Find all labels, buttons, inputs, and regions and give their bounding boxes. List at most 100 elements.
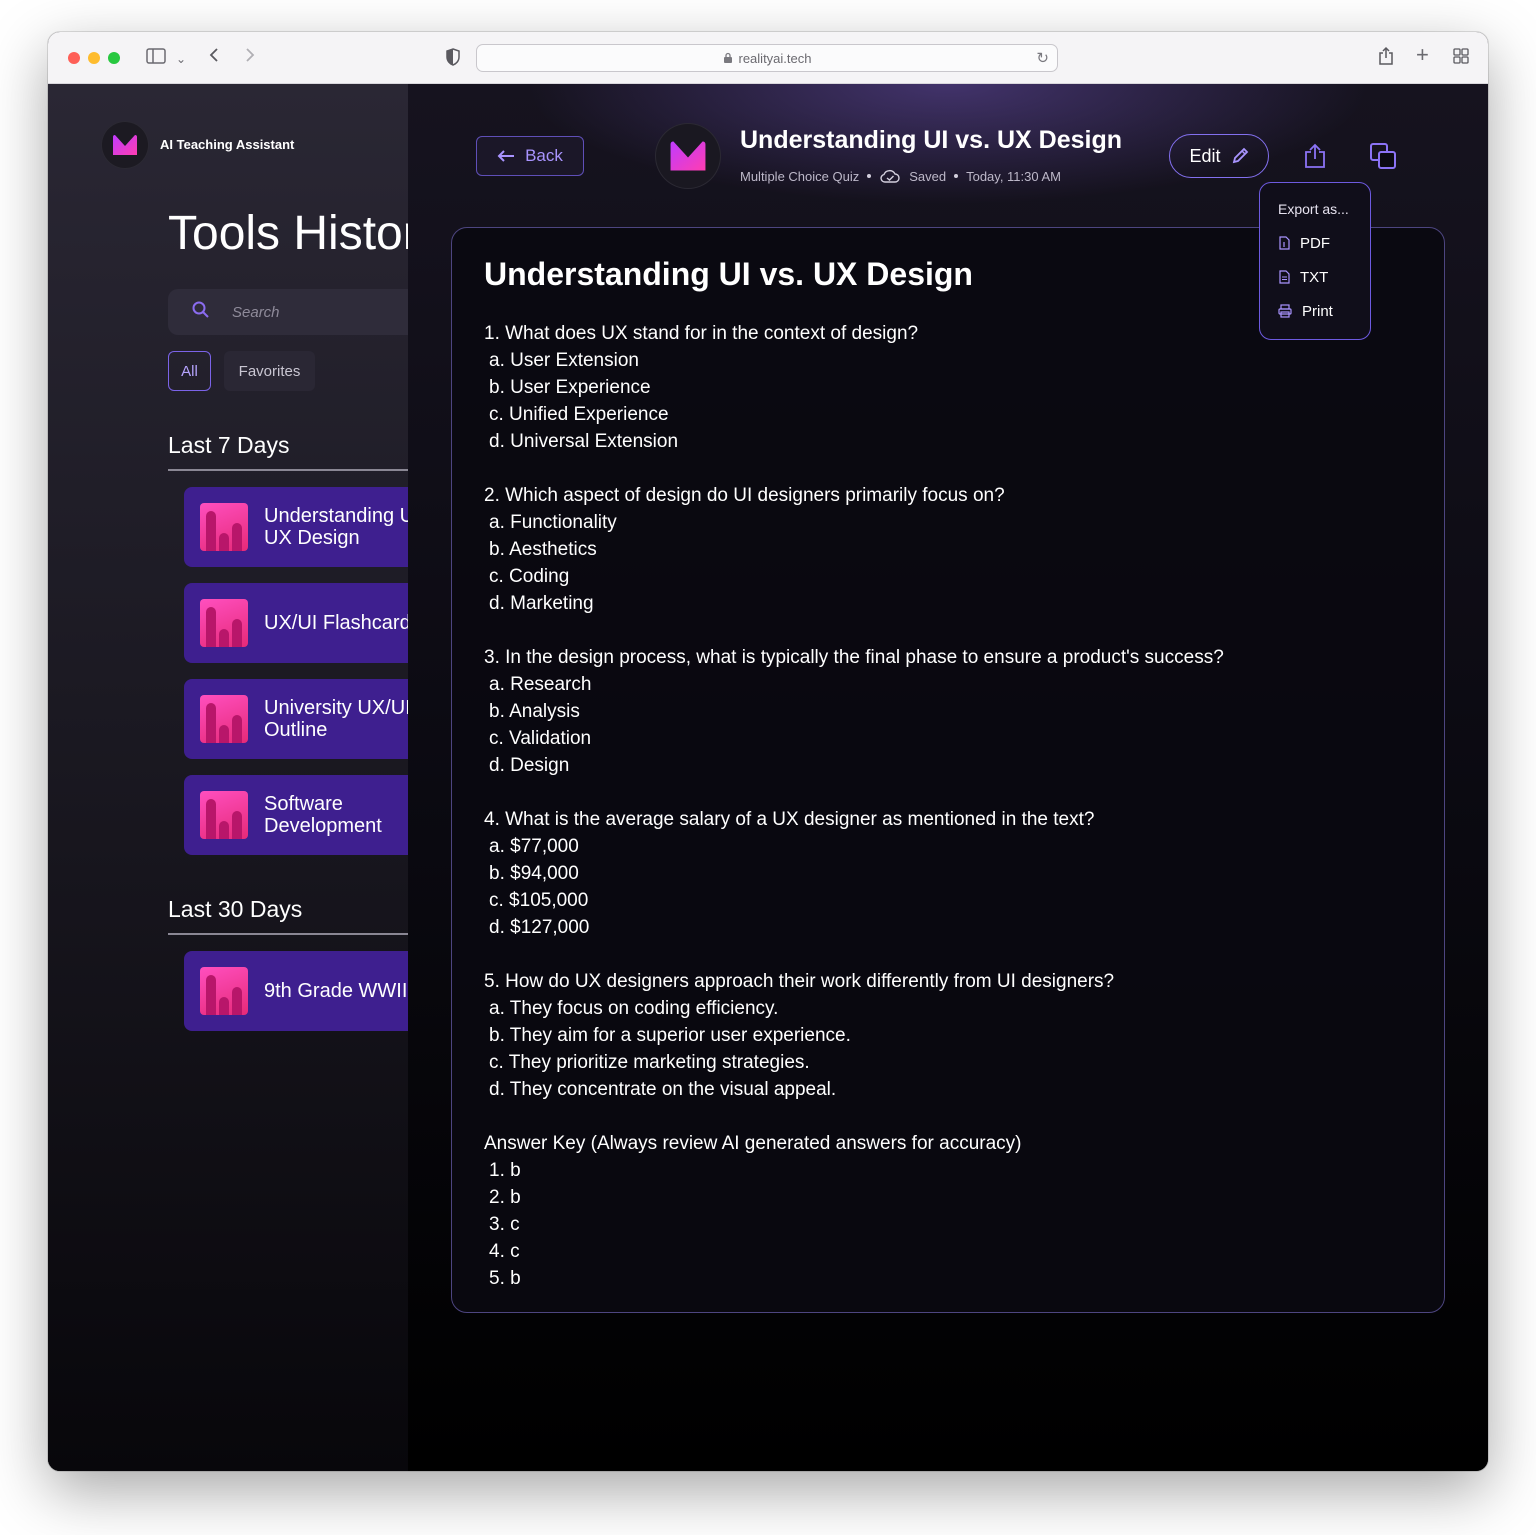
answer-key-item: 4. c (489, 1241, 520, 1262)
menu-item-label: TXT (1300, 268, 1329, 286)
history-item[interactable]: UX/UI Flashcards (184, 583, 408, 663)
history-item-label: 9th Grade WWII (264, 980, 408, 1002)
history-item-label: UX/UI Flashcards (264, 612, 408, 634)
bar-chart-thumbnail-icon (200, 695, 248, 743)
brand-m-icon (113, 135, 137, 155)
printer-icon (1278, 304, 1292, 318)
page-title: Tools History (168, 207, 408, 260)
edit-button[interactable]: Edit (1169, 134, 1269, 178)
back-button-label: Back (525, 146, 563, 165)
answer-option: d. Universal Extension (489, 431, 679, 452)
answer-option: a. Research (489, 674, 592, 695)
question-text: 3. In the design process, what is typica… (484, 647, 1224, 668)
text-file-icon (1279, 270, 1290, 284)
back-nav-icon[interactable] (208, 46, 220, 68)
search-icon (192, 301, 210, 324)
bar-chart-thumbnail-icon (200, 599, 248, 647)
document-title: Understanding UI vs. UX Design (484, 256, 973, 292)
answer-option: c. They prioritize marketing strategies. (489, 1052, 810, 1073)
history-item[interactable]: University UX/UI Outline (184, 679, 408, 759)
browser-toolbar: ⌄ realityai.tech ↻ + (48, 32, 1488, 84)
answer-option: d. Marketing (489, 593, 594, 614)
search-input[interactable] (232, 299, 408, 325)
copy-button[interactable] (1367, 140, 1399, 172)
export-button[interactable] (1299, 140, 1331, 172)
forward-nav-icon[interactable] (244, 46, 256, 68)
history-item-label: Understanding UI vs. UX Design (264, 505, 408, 549)
history-item[interactable]: 9th Grade WWII (184, 951, 408, 1031)
zoom-window-button[interactable] (108, 52, 120, 64)
question-text: 4. What is the average salary of a UX de… (484, 809, 1095, 830)
minimize-window-button[interactable] (88, 52, 100, 64)
answer-key-item: 2. b (489, 1187, 521, 1208)
pencil-icon (1232, 147, 1248, 164)
share-icon[interactable] (1378, 46, 1394, 70)
export-print-menu-item[interactable]: Print (1278, 301, 1333, 321)
section-divider (168, 469, 408, 471)
pdf-file-icon (1279, 236, 1290, 250)
privacy-shield-icon[interactable] (446, 48, 460, 70)
export-dropdown-menu: Export as... PDF TXT Print (1259, 182, 1371, 340)
answer-option: a. Functionality (489, 512, 617, 533)
sidebar-toggle-icon[interactable] (146, 48, 166, 68)
brand-logo[interactable] (102, 122, 148, 168)
bar-chart-thumbnail-icon (200, 967, 248, 1015)
history-item[interactable]: Understanding UI vs. UX Design (184, 487, 408, 567)
close-window-button[interactable] (68, 52, 80, 64)
lock-icon (723, 52, 732, 63)
back-button[interactable]: Back (476, 136, 584, 176)
document-meta: Multiple Choice Quiz Saved Today, 11:30 … (740, 168, 1061, 184)
export-txt-menu-item[interactable]: TXT (1278, 267, 1328, 287)
export-pdf-menu-item[interactable]: PDF (1278, 233, 1330, 253)
answer-option: b. User Experience (489, 377, 651, 398)
answer-option: b. Aesthetics (489, 539, 597, 560)
tab-overview-icon[interactable] (1453, 48, 1469, 68)
answer-option: b. $94,000 (489, 863, 579, 884)
new-tab-icon[interactable]: + (1416, 44, 1429, 66)
answer-key-item: 5. b (489, 1268, 521, 1289)
history-item-label: Software Development (264, 793, 382, 837)
filter-favorites-tab[interactable]: Favorites (224, 351, 315, 391)
answer-option: c. $105,000 (489, 890, 589, 911)
app-root: AI Teaching Assistant Tools History All … (48, 84, 1488, 1471)
address-bar[interactable]: realityai.tech ↻ (476, 44, 1058, 72)
arrow-left-icon (497, 150, 515, 162)
copy-icon (1370, 143, 1396, 169)
section-heading-last-7-days: Last 7 Days (168, 432, 290, 458)
export-menu-title: Export as... (1278, 201, 1349, 217)
question-text: 2. Which aspect of design do UI designer… (484, 485, 1005, 506)
menu-item-label: Print (1302, 302, 1333, 320)
history-item[interactable]: Software Development (184, 775, 408, 855)
answer-option: c. Coding (489, 566, 570, 587)
edit-button-label: Edit (1189, 145, 1221, 166)
answer-key-item: 1. b (489, 1160, 521, 1181)
save-status: Saved (909, 168, 947, 184)
bar-chart-thumbnail-icon (200, 791, 248, 839)
document-logo (656, 124, 720, 188)
answer-key-title: Answer Key (Always review AI generated a… (484, 1133, 1022, 1154)
answer-option: a. $77,000 (489, 836, 579, 857)
reload-icon[interactable]: ↻ (1036, 49, 1049, 67)
answer-option: d. Design (489, 755, 570, 776)
chevron-down-icon[interactable]: ⌄ (176, 49, 186, 69)
history-item-label: University UX/UI Outline (264, 697, 408, 741)
answer-option: b. Analysis (489, 701, 580, 722)
share-export-icon (1305, 143, 1325, 168)
tools-history-sidebar: AI Teaching Assistant Tools History All … (48, 84, 408, 1471)
filter-all-tab[interactable]: All (168, 351, 211, 391)
cloud-check-icon (880, 169, 900, 183)
answer-option: a. They focus on coding efficiency. (489, 998, 779, 1019)
answer-option: c. Unified Experience (489, 404, 669, 425)
bar-chart-thumbnail-icon (200, 503, 248, 551)
brand-name: AI Teaching Assistant (160, 137, 295, 152)
document-header-title: Understanding UI vs. UX Design (740, 126, 1123, 154)
document-type: Multiple Choice Quiz (740, 168, 860, 184)
timestamp: Today, 11:30 AM (966, 168, 1062, 184)
search-box (168, 289, 408, 335)
quiz-content: 1. What does UX stand for in the context… (484, 320, 1414, 1292)
answer-option: d. They concentrate on the visual appeal… (489, 1079, 837, 1100)
answer-option: a. User Extension (489, 350, 639, 371)
answer-option: d. $127,000 (489, 917, 590, 938)
document-card: Understanding UI vs. UX Design 1. What d… (451, 227, 1445, 1313)
url-text: realityai.tech (738, 50, 812, 66)
